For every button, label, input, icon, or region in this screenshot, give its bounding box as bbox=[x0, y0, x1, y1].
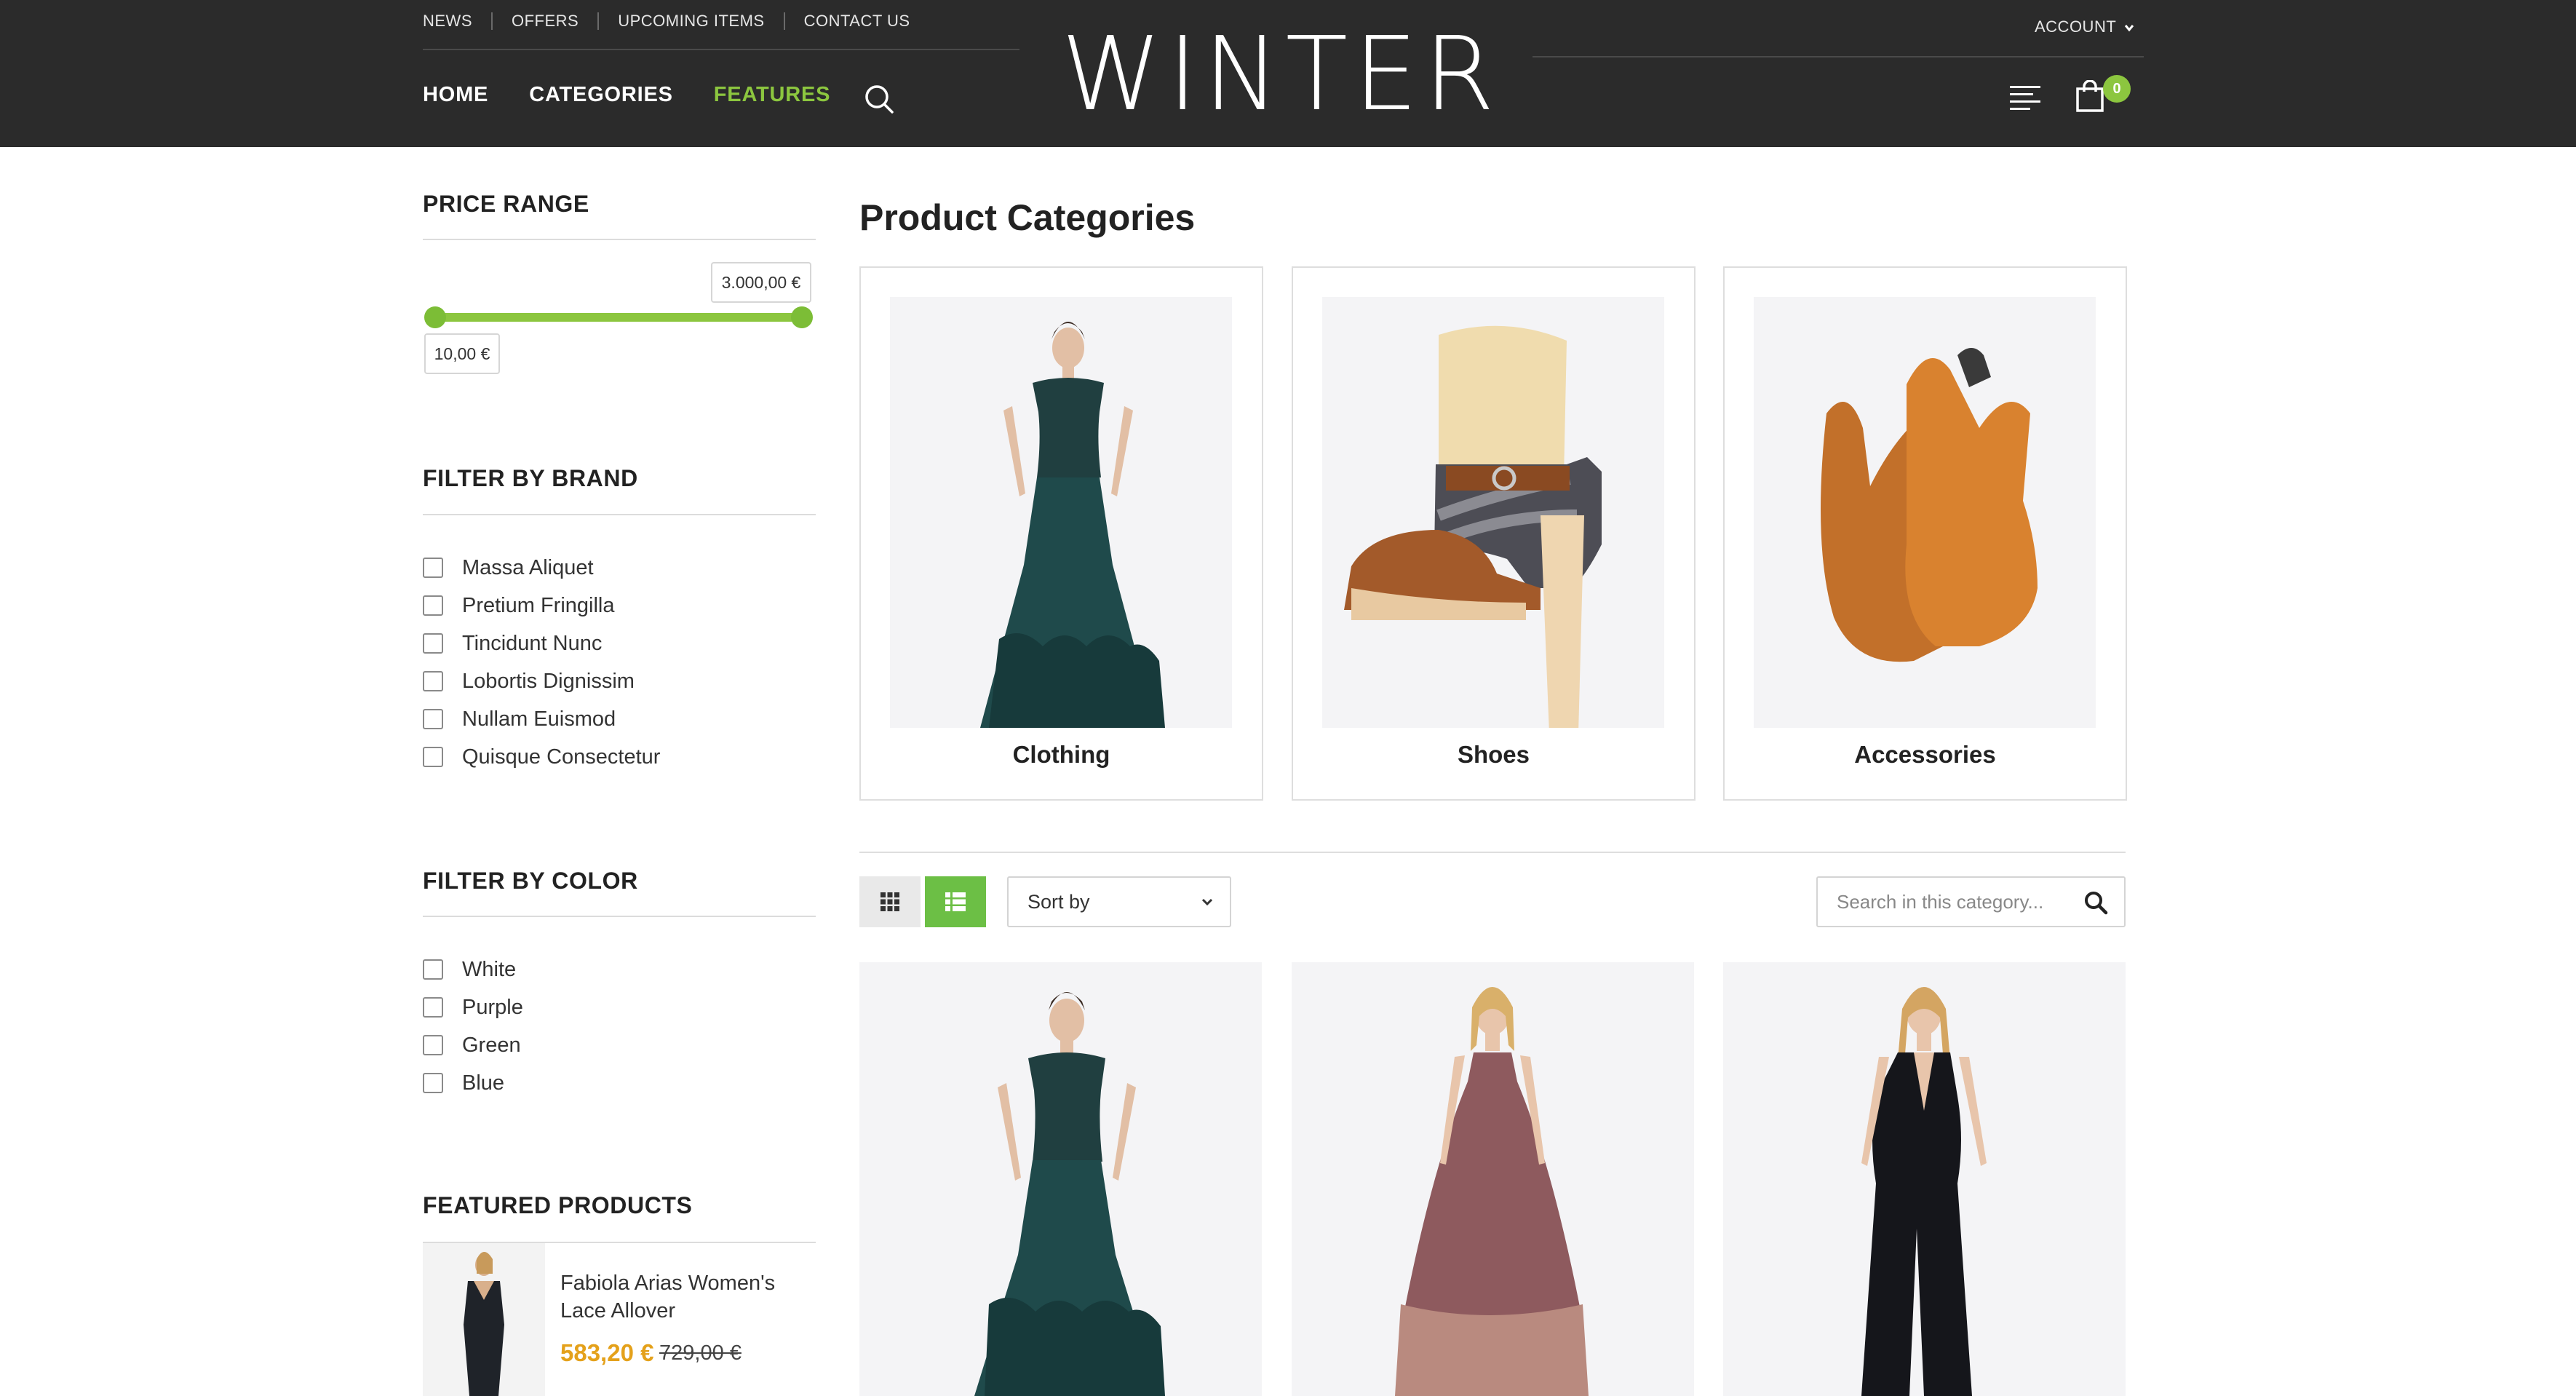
checkbox[interactable] bbox=[423, 959, 443, 980]
brand-label: Quisque Consectetur bbox=[462, 745, 661, 769]
sort-by-select[interactable]: Sort by bbox=[1007, 876, 1231, 927]
checkbox[interactable] bbox=[423, 709, 443, 729]
checkbox[interactable] bbox=[423, 747, 443, 767]
account-menu[interactable]: ACCOUNT bbox=[2035, 17, 2134, 36]
product-card[interactable] bbox=[859, 962, 1262, 1396]
divider bbox=[597, 12, 600, 30]
color-label: Blue bbox=[462, 1071, 505, 1095]
product-card[interactable] bbox=[1723, 962, 2126, 1396]
search-icon[interactable] bbox=[863, 83, 895, 115]
color-label: White bbox=[462, 957, 517, 981]
category-card-shoes[interactable]: Shoes bbox=[1292, 266, 1696, 801]
product-card[interactable] bbox=[1292, 962, 1694, 1396]
chevron-down-icon bbox=[1201, 898, 1213, 906]
search-icon[interactable] bbox=[2083, 890, 2108, 915]
site-header: NEWS OFFERS UPCOMING ITEMS CONTACT US HO… bbox=[0, 0, 2576, 147]
category-image[interactable] bbox=[1322, 297, 1664, 728]
checkbox[interactable] bbox=[423, 671, 443, 691]
divider bbox=[423, 514, 816, 515]
chevron-down-icon bbox=[2124, 25, 2134, 32]
featured-product-name[interactable]: Fabiola Arias Women's Lace Allover bbox=[560, 1269, 822, 1325]
brand-option[interactable]: Massa Aliquet bbox=[423, 555, 594, 581]
price-slider-min-handle[interactable] bbox=[424, 306, 446, 328]
category-search-input[interactable]: Search in this category... bbox=[1816, 876, 2126, 927]
checkbox[interactable] bbox=[423, 595, 443, 616]
price-slider-track[interactable] bbox=[435, 313, 802, 322]
grid-icon bbox=[880, 892, 899, 911]
category-image[interactable] bbox=[890, 297, 1232, 728]
color-option[interactable]: Green bbox=[423, 1032, 521, 1058]
filter-color-title: FILTER BY COLOR bbox=[423, 868, 638, 894]
category-label[interactable]: Shoes bbox=[1293, 741, 1694, 769]
checkbox[interactable] bbox=[423, 997, 443, 1018]
top-link-news[interactable]: NEWS bbox=[423, 12, 472, 31]
brand-option[interactable]: Nullam Euismod bbox=[423, 706, 616, 732]
brand-label: Tincidunt Nunc bbox=[462, 631, 603, 655]
price-range-title: PRICE RANGE bbox=[423, 191, 589, 217]
price-min-value: 10,00 € bbox=[424, 333, 500, 374]
divider bbox=[423, 49, 1019, 50]
page-title: Product Categories bbox=[859, 197, 1196, 238]
cart-count-badge: 0 bbox=[2103, 75, 2131, 103]
brand-label: Lobortis Dignissim bbox=[462, 669, 635, 693]
product-image[interactable] bbox=[1723, 962, 2126, 1396]
checkbox[interactable] bbox=[423, 558, 443, 578]
category-card-accessories[interactable]: Accessories bbox=[1723, 266, 2127, 801]
site-logo[interactable]: WINTER bbox=[1048, 20, 1514, 130]
top-link-offers[interactable]: OFFERS bbox=[512, 12, 579, 31]
shopping-bag-icon[interactable] bbox=[2075, 80, 2104, 112]
nav-home[interactable]: HOME bbox=[423, 83, 488, 107]
nav-categories[interactable]: CATEGORIES bbox=[529, 83, 673, 107]
list-view-button[interactable] bbox=[925, 876, 986, 927]
color-option[interactable]: Blue bbox=[423, 1070, 504, 1096]
list-icon bbox=[945, 892, 966, 911]
divider bbox=[783, 12, 785, 30]
divider bbox=[423, 916, 816, 917]
product-image[interactable] bbox=[859, 962, 1262, 1396]
brand-label: Pretium Fringilla bbox=[462, 593, 615, 617]
filter-brand-title: FILTER BY BRAND bbox=[423, 465, 638, 491]
divider bbox=[423, 239, 816, 240]
divider bbox=[491, 12, 493, 30]
brand-option[interactable]: Quisque Consectetur bbox=[423, 744, 660, 770]
menu-icon[interactable] bbox=[2010, 84, 2040, 111]
featured-products-title: FEATURED PRODUCTS bbox=[423, 1192, 693, 1218]
top-links: NEWS OFFERS UPCOMING ITEMS CONTACT US bbox=[423, 10, 910, 32]
color-label: Green bbox=[462, 1033, 521, 1057]
color-option[interactable]: White bbox=[423, 956, 516, 983]
color-option[interactable]: Purple bbox=[423, 994, 523, 1020]
price-slider-max-handle[interactable] bbox=[791, 306, 813, 328]
color-label: Purple bbox=[462, 995, 523, 1019]
sort-by-label: Sort by bbox=[1027, 891, 1090, 913]
brand-option[interactable]: Pretium Fringilla bbox=[423, 592, 615, 619]
category-label[interactable]: Accessories bbox=[1725, 741, 2126, 769]
account-label: ACCOUNT bbox=[2035, 17, 2116, 36]
checkbox[interactable] bbox=[423, 633, 443, 654]
featured-product-image[interactable] bbox=[423, 1243, 545, 1396]
main-nav: HOME CATEGORIES FEATURES bbox=[423, 83, 871, 107]
price-max-value: 3.000,00 € bbox=[711, 262, 811, 303]
category-image[interactable] bbox=[1754, 297, 2096, 728]
checkbox[interactable] bbox=[423, 1073, 443, 1093]
brand-option[interactable]: Lobortis Dignissim bbox=[423, 668, 635, 694]
product-image[interactable] bbox=[1292, 962, 1694, 1396]
brand-option[interactable]: Tincidunt Nunc bbox=[423, 630, 602, 657]
top-link-upcoming-items[interactable]: UPCOMING ITEMS bbox=[618, 12, 764, 31]
checkbox[interactable] bbox=[423, 1035, 443, 1055]
top-link-contact-us[interactable]: CONTACT US bbox=[804, 12, 910, 31]
brand-label: Massa Aliquet bbox=[462, 555, 594, 579]
nav-features[interactable]: FEATURES bbox=[714, 83, 831, 107]
category-card-clothing[interactable]: Clothing bbox=[859, 266, 1263, 801]
brand-label: Nullam Euismod bbox=[462, 707, 616, 731]
divider bbox=[859, 852, 2126, 853]
featured-product-old-price: 729,00 € bbox=[659, 1341, 742, 1365]
grid-view-button[interactable] bbox=[859, 876, 921, 927]
category-label[interactable]: Clothing bbox=[861, 741, 1262, 769]
divider bbox=[1533, 56, 2144, 57]
featured-product-price: 583,20 € bbox=[560, 1339, 654, 1366]
category-search-placeholder: Search in this category... bbox=[1837, 891, 2044, 913]
